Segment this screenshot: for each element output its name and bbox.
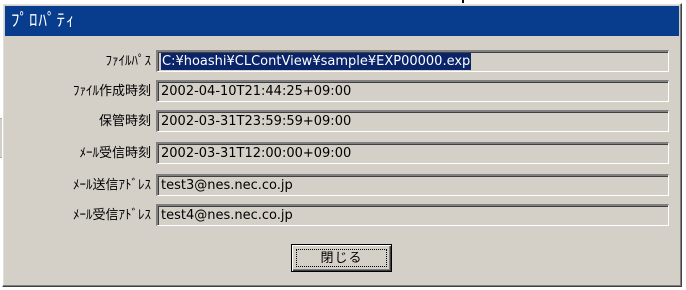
file-created-label: ﾌｧｲﾙ作成時刻 (72, 84, 151, 99)
file-path-label: ﾌｧｲﾙﾊﾟｽ (105, 54, 152, 69)
sender-address-label: ﾒｰﾙ送信ｱﾄﾞﾚｽ (72, 178, 151, 193)
file-created-value[interactable]: 2002-04-10T21:44:25+09:00 (161, 83, 351, 100)
file-path-value[interactable]: C:¥hoashi¥CLContView¥sample¥EXP00000.exp (161, 53, 472, 70)
dialog-title: ﾌﾟﾛﾊﾟﾃｨ (11, 11, 76, 31)
stored-time-label: 保管時刻 (98, 114, 151, 129)
recipient-address-row: ﾒｰﾙ受信ｱﾄﾞﾚｽ test4@nes.nec.co.jp (3, 204, 679, 228)
mail-received-time-label: ﾒｰﾙ受信時刻 (79, 146, 151, 161)
properties-dialog: ﾌﾟﾛﾊﾟﾃｨ ﾌｧｲﾙﾊﾟｽ C:¥hoashi¥CLContView¥sam… (2, 3, 682, 287)
recipient-address-field[interactable]: test4@nes.nec.co.jp (156, 204, 669, 226)
file-path-row: ﾌｧｲﾙﾊﾟｽ C:¥hoashi¥CLContView¥sample¥EXP0… (3, 50, 679, 74)
stored-time-value[interactable]: 2002-03-31T23:59:59+09:00 (161, 113, 351, 130)
mail-received-time-value[interactable]: 2002-03-31T12:00:00+09:00 (161, 145, 351, 162)
mail-received-time-field[interactable]: 2002-03-31T12:00:00+09:00 (156, 142, 669, 164)
close-button[interactable]: 閉じる (291, 244, 392, 272)
file-created-row: ﾌｧｲﾙ作成時刻 2002-04-10T21:44:25+09:00 (3, 80, 679, 104)
sender-address-field[interactable]: test3@nes.nec.co.jp (156, 174, 669, 196)
recipient-address-value[interactable]: test4@nes.nec.co.jp (161, 207, 293, 224)
stored-time-field[interactable]: 2002-03-31T23:59:59+09:00 (156, 110, 669, 132)
file-path-field[interactable]: C:¥hoashi¥CLContView¥sample¥EXP00000.exp (156, 50, 669, 72)
title-bar[interactable]: ﾌﾟﾛﾊﾟﾃｨ (5, 6, 679, 36)
stored-time-row: 保管時刻 2002-03-31T23:59:59+09:00 (3, 110, 679, 134)
recipient-address-label: ﾒｰﾙ受信ｱﾄﾞﾚｽ (72, 208, 151, 223)
sender-address-row: ﾒｰﾙ送信ｱﾄﾞﾚｽ test3@nes.nec.co.jp (3, 174, 679, 198)
sender-address-value[interactable]: test3@nes.nec.co.jp (161, 177, 293, 194)
file-created-field[interactable]: 2002-04-10T21:44:25+09:00 (156, 80, 669, 102)
focus-rectangle (296, 249, 387, 267)
mail-received-time-row: ﾒｰﾙ受信時刻 2002-03-31T12:00:00+09:00 (3, 142, 679, 166)
